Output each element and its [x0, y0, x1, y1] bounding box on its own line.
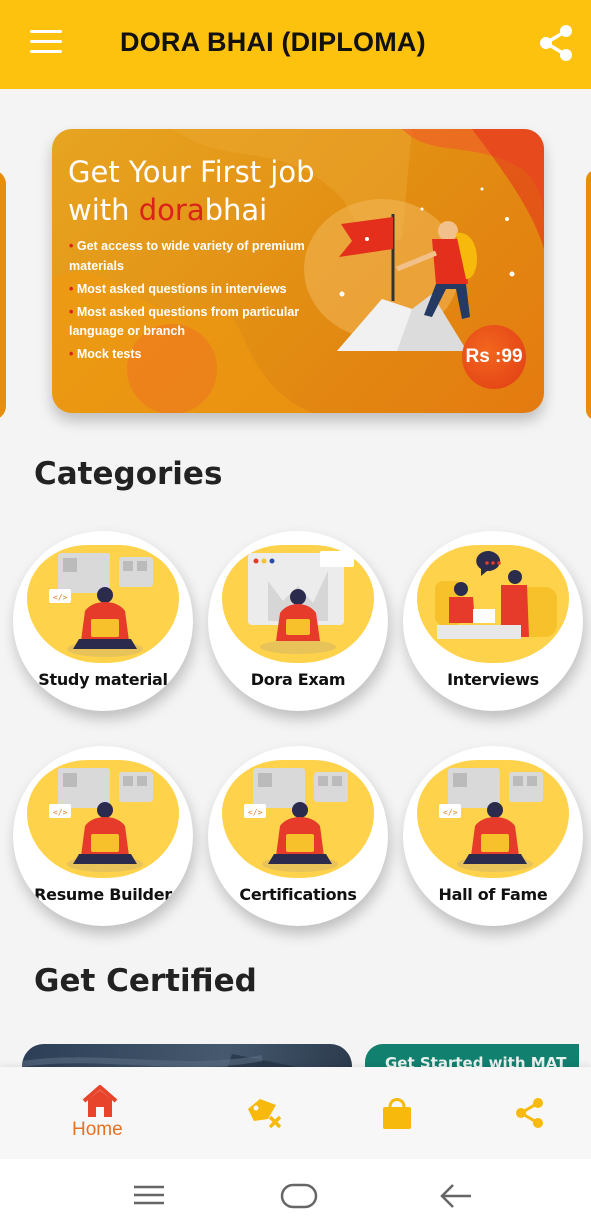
previous-slide-peek[interactable] [0, 170, 6, 420]
category-certifications[interactable]: </> Certifications [208, 746, 388, 926]
bottom-navigation: Home [0, 1067, 591, 1159]
next-slide-peek[interactable] [586, 170, 591, 420]
promo-carousel[interactable]: Get Your First job with dorabhai Get acc… [0, 110, 591, 430]
nav-home-label[interactable]: Home [72, 1119, 123, 1141]
shopping-bag-icon[interactable] [380, 1095, 414, 1131]
svg-text:</>: </> [248, 808, 263, 817]
category-resume-builder[interactable]: </> Resume Builder [13, 746, 193, 926]
svg-text:</>: </> [443, 808, 458, 817]
category-study-material[interactable]: </> Study material [13, 531, 193, 711]
hamburger-menu-icon[interactable] [30, 30, 62, 56]
banner-bullet: Most asked questions in interviews [69, 280, 319, 300]
svg-text:</>: </> [53, 808, 68, 817]
banner-bullet: Mock tests [69, 345, 319, 365]
category-label: Certifications [239, 885, 357, 904]
banner-bullet: Get access to wide variety of premium ma… [69, 237, 319, 276]
recent-apps-icon[interactable] [132, 1184, 166, 1206]
category-interviews[interactable]: Interviews [403, 531, 583, 711]
brand-bhai: bhai [204, 193, 268, 227]
category-dora-exam[interactable]: Dora Exam [208, 531, 388, 711]
get-certified-heading: Get Certified [34, 963, 257, 999]
brand-dora: dora [138, 193, 205, 227]
banner-headline-line1: Get Your First job [68, 155, 315, 189]
svg-text:</>: </> [53, 593, 68, 602]
category-label: Dora Exam [250, 670, 346, 689]
system-navigation-bar [0, 1159, 591, 1229]
price-badge[interactable]: Rs :99 [462, 325, 526, 389]
badge-x-icon[interactable] [246, 1097, 284, 1131]
category-label: Interviews [447, 670, 539, 689]
banner-bullet: Most asked questions from particular lan… [69, 303, 319, 342]
category-label: Resume Builder [34, 885, 172, 904]
home-icon [82, 1085, 118, 1117]
categories-heading: Categories [34, 456, 223, 492]
category-hall-of-fame[interactable]: </> Hall of Fame [403, 746, 583, 926]
app-title: DORA BHAI (DIPLOMA) [120, 27, 426, 57]
banner-headline-line2: with dorabhai [68, 193, 268, 227]
share-icon[interactable] [538, 24, 574, 62]
top-app-bar: DORA BHAI (DIPLOMA) [0, 0, 591, 89]
banner-bullet-list: Get access to wide variety of premium ma… [69, 237, 319, 368]
home-pill-icon[interactable] [280, 1183, 318, 1209]
category-label: Hall of Fame [438, 885, 548, 904]
share-icon[interactable] [514, 1097, 546, 1129]
promo-banner[interactable]: Get Your First job with dorabhai Get acc… [52, 129, 544, 413]
banner-headline: Get Your First job with dorabhai [68, 153, 315, 229]
app-screen: DORA BHAI (DIPLOMA) Get Your First job w… [0, 0, 591, 1229]
back-arrow-icon[interactable] [439, 1182, 473, 1210]
category-label: Study material [38, 670, 168, 689]
